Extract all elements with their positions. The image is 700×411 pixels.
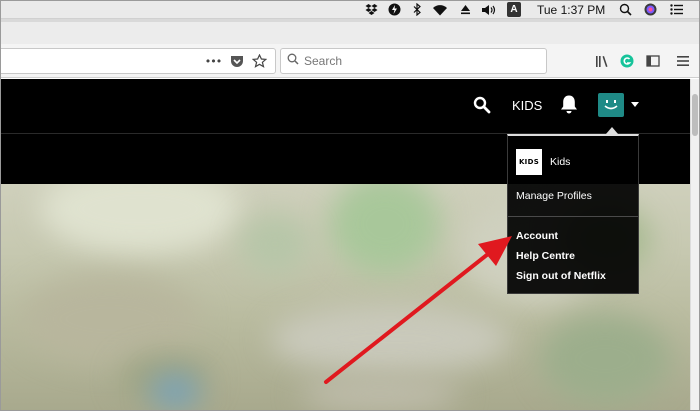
kids-link[interactable]: KIDS [512, 98, 542, 113]
dropbox-icon[interactable] [364, 2, 378, 17]
profile-item-kids[interactable]: Kids [550, 156, 570, 168]
profile-avatar[interactable] [598, 93, 624, 117]
page-actions-icon[interactable]: ••• [205, 52, 222, 70]
wifi-icon[interactable] [432, 2, 448, 17]
power-icon[interactable] [387, 2, 401, 17]
profile-dropdown-caret[interactable] [631, 102, 639, 107]
eject-icon[interactable] [459, 2, 471, 17]
search-icon [287, 52, 299, 70]
help-centre-link[interactable]: Help Centre [516, 250, 575, 262]
grammarly-icon[interactable] [619, 52, 635, 70]
profile-dropdown-menu: KIDS Kids Manage Profiles Account Help C… [507, 134, 639, 294]
notifications-bell-icon[interactable] [559, 94, 579, 115]
notification-center-icon[interactable] [669, 2, 683, 17]
scrollbar-thumb[interactable] [692, 94, 698, 136]
pocket-icon[interactable] [229, 52, 245, 70]
search-input[interactable] [304, 54, 524, 68]
url-bar[interactable]: ••• [0, 48, 276, 74]
netflix-search-icon[interactable] [473, 96, 491, 114]
manage-profiles-link[interactable]: Manage Profiles [516, 190, 592, 202]
volume-icon[interactable] [480, 2, 498, 17]
browser-search-box[interactable] [280, 48, 547, 74]
smile-face-icon [604, 100, 618, 110]
siri-icon[interactable] [643, 2, 657, 17]
spotlight-search-icon[interactable] [618, 2, 632, 17]
bluetooth-icon[interactable] [412, 2, 422, 17]
account-link[interactable]: Account [516, 230, 558, 242]
input-source-icon[interactable]: A [507, 2, 521, 17]
browser-toolbar: ••• [0, 44, 700, 78]
dropdown-pointer [606, 127, 618, 134]
macos-menu-bar: A Tue 1:37 PM [0, 0, 700, 19]
library-icon[interactable] [594, 52, 610, 70]
browser-tab-strip [0, 19, 700, 44]
sign-out-link[interactable]: Sign out of Netflix [516, 270, 606, 282]
browser-active-tab[interactable] [0, 22, 700, 44]
menu-bar-clock[interactable]: Tue 1:37 PM [537, 3, 605, 17]
netflix-header [0, 79, 690, 133]
kids-profile-logo[interactable]: KIDS [516, 149, 542, 175]
dropdown-divider [508, 216, 638, 217]
sidebar-toggle-icon[interactable] [645, 52, 661, 70]
bookmark-star-icon[interactable] [251, 52, 267, 70]
hamburger-menu-icon[interactable] [675, 52, 691, 70]
